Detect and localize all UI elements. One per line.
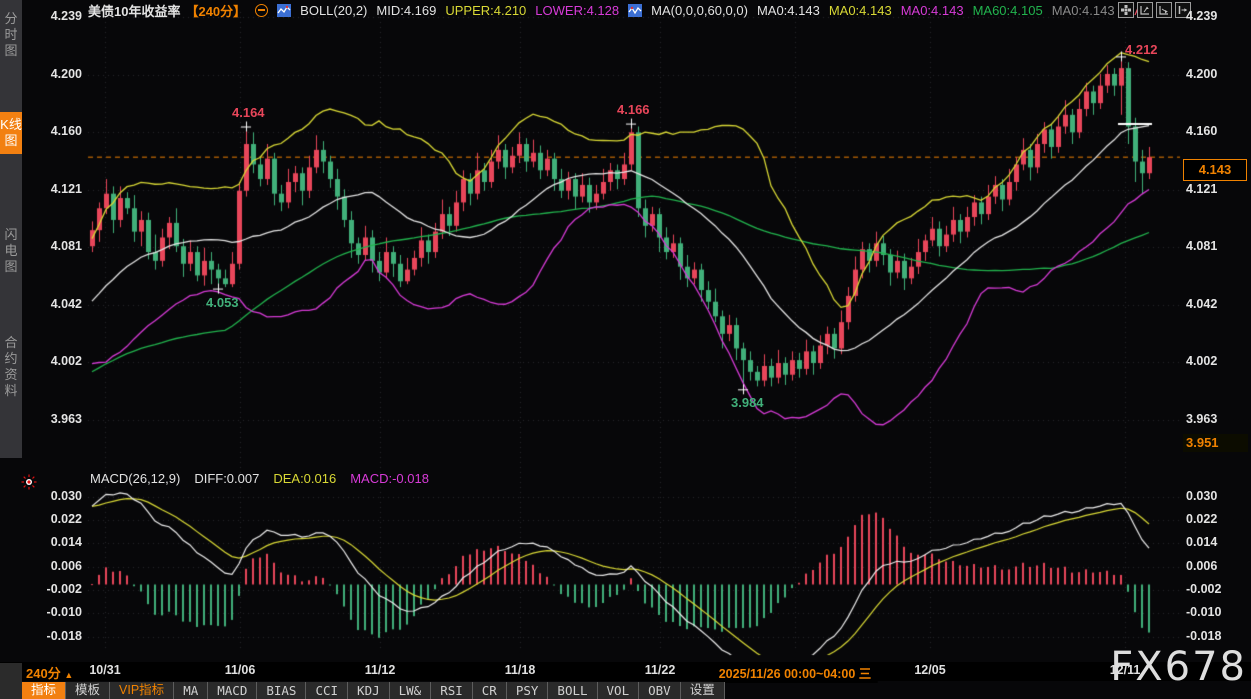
- sidebar-tab-1[interactable]: 分时图: [0, 6, 22, 64]
- axis-tick-label: 4.200: [1186, 67, 1234, 81]
- kline-app: 分时图 K线图闪电图合约资料 美债10年收益率 【240分】 BOLL(20,2)…: [0, 0, 1251, 699]
- pan-crosshair-icon[interactable]: [1118, 2, 1134, 18]
- macd-diff-value: DIFF:0.007: [194, 471, 259, 486]
- axis-tick-label: 0.030: [34, 489, 82, 503]
- toolbar-item-BIAS[interactable]: BIAS: [257, 682, 306, 699]
- toolbar-item-xx[interactable]: 指标: [22, 682, 66, 699]
- date-label: 11/12: [365, 663, 396, 677]
- axis-tick-label: 4.042: [1186, 297, 1234, 311]
- toolbar-item-VOL[interactable]: VOL: [598, 682, 640, 699]
- boll-mid-value: MID:4.169: [376, 3, 436, 18]
- chart-tool-icons: [1118, 2, 1191, 18]
- toolbar-item-CR[interactable]: CR: [473, 682, 507, 699]
- axis-tick-label: 3.963: [1186, 412, 1234, 426]
- toolbar-item-MACD[interactable]: MACD: [208, 682, 257, 699]
- indicator-toolbar: 指标模板VIP指标MAMACDBIASCCIKDJLW&RSICRPSYBOLL…: [22, 682, 725, 699]
- ma-params-label: MA(0,0,0,60,0,0): [651, 3, 748, 18]
- axis-tick-label: 4.081: [1186, 239, 1234, 253]
- extreme-price-label: 4.164: [232, 105, 265, 120]
- axis-tick-label: 0.030: [1186, 489, 1234, 503]
- ma0-yellow-value: MA0:4.143: [829, 3, 892, 18]
- axis-tick-label: 4.042: [34, 297, 82, 311]
- axis-tick-label: 4.160: [1186, 124, 1234, 138]
- ma60-green-value: MA60:4.105: [973, 3, 1043, 18]
- range-low-tag: 3.951: [1183, 434, 1248, 452]
- last-price-tag: 4.143: [1183, 159, 1247, 181]
- toolbar-item-PSY[interactable]: PSY: [507, 682, 549, 699]
- bottom-corner-cell: [0, 663, 22, 699]
- axis-tick-label: 0.006: [1186, 559, 1234, 573]
- axis-tick-label: 4.239: [1186, 9, 1234, 23]
- extreme-price-label: 4.166: [617, 102, 650, 117]
- axis-tick-label: -0.002: [1186, 582, 1234, 596]
- toolbar-item-BOLL[interactable]: BOLL: [548, 682, 597, 699]
- indicator-header: 美债10年收益率 【240分】 BOLL(20,2) MID:4.169 UPP…: [88, 2, 1143, 19]
- date-label: 11/22: [645, 663, 676, 677]
- axis-tick-label: 4.002: [1186, 354, 1234, 368]
- ma0-white-value: MA0:4.143: [757, 3, 820, 18]
- mini-chart-icon[interactable]: [277, 4, 291, 17]
- boll-label: BOLL(20,2): [300, 3, 367, 18]
- zoom-axis-up-icon[interactable]: [1137, 2, 1153, 18]
- sidebar-tab-2[interactable]: K线图: [0, 112, 22, 154]
- axis-tick-label: -0.018: [1186, 629, 1234, 643]
- mini-chart-icon[interactable]: [628, 4, 642, 17]
- period-label: 【240分】: [185, 1, 246, 20]
- macd-title: MACD(26,12,9): [90, 471, 180, 486]
- boll-lower-value: LOWER:4.128: [535, 3, 619, 18]
- live-blink-icon: [21, 474, 37, 490]
- boll-upper-value: UPPER:4.210: [445, 3, 526, 18]
- extreme-price-label: 3.984: [731, 395, 764, 410]
- toolbar-item-RSI[interactable]: RSI: [431, 682, 473, 699]
- toolbar-item-MA[interactable]: MA: [174, 682, 208, 699]
- toolbar-item-KDJ[interactable]: KDJ: [348, 682, 390, 699]
- axis-tick-label: 4.081: [34, 239, 82, 253]
- brand-watermark: FX678: [1110, 644, 1247, 690]
- axis-tick-label: 3.963: [34, 412, 82, 426]
- toolbar-item-VIPxx[interactable]: VIP指标: [110, 682, 174, 699]
- date-label: 10/31: [89, 663, 120, 677]
- sidebar-tab-3[interactable]: 闪电图: [0, 222, 22, 280]
- time-axis: 240分 ▲ 2025/11/26 00:00~04:00 三 10/31 11/…: [0, 662, 1251, 681]
- axis-tick-label: 4.200: [34, 67, 82, 81]
- date-label: 12/05: [914, 663, 945, 677]
- macd-dea-value: DEA:0.016: [273, 471, 336, 486]
- toolbar-item-OBV[interactable]: OBV: [639, 682, 681, 699]
- axis-tick-label: 0.014: [34, 535, 82, 549]
- date-label: 11/18: [505, 663, 536, 677]
- axis-tick-label: 4.121: [34, 182, 82, 196]
- extreme-price-label: 4.212: [1125, 42, 1158, 57]
- axis-tick-label: 4.121: [1186, 182, 1234, 196]
- ma0-magenta-value: MA0:4.143: [901, 3, 964, 18]
- axis-tick-label: -0.018: [34, 629, 82, 643]
- toolbar-item-xx[interactable]: 模板: [66, 682, 110, 699]
- zoom-axis-right-icon[interactable]: [1156, 2, 1172, 18]
- axis-tick-label: 0.022: [1186, 512, 1234, 526]
- collapse-indicator-icon[interactable]: [255, 4, 268, 17]
- axis-tick-label: 0.014: [1186, 535, 1234, 549]
- timeframe-arrow-icon: ▲: [64, 670, 73, 680]
- axis-tick-label: -0.010: [1186, 605, 1234, 619]
- macd-header: MACD(26,12,9) DIFF:0.007 DEA:0.016 MACD:…: [90, 471, 429, 486]
- axis-tick-label: 4.160: [34, 124, 82, 138]
- macd-hist-value: MACD:-0.018: [350, 471, 429, 486]
- axis-tick-label: 4.239: [34, 9, 82, 23]
- axis-tick-label: 0.022: [34, 512, 82, 526]
- toolbar-item-CCI[interactable]: CCI: [306, 682, 348, 699]
- date-label: 11/06: [225, 663, 256, 677]
- toolbar-item-LWx[interactable]: LW&: [390, 682, 432, 699]
- sidebar-tab-4[interactable]: 合约资料: [0, 330, 22, 404]
- symbol-title: 美债10年收益率: [88, 1, 180, 20]
- axis-tick-label: 4.002: [34, 354, 82, 368]
- axis-tick-label: 0.006: [34, 559, 82, 573]
- timeframe-label[interactable]: 240分 ▲: [26, 663, 73, 682]
- axis-tick-label: -0.010: [34, 605, 82, 619]
- ma0-gray-value: MA0:4.143: [1052, 3, 1115, 18]
- chart-type-sidebar: 分时图 K线图闪电图合约资料: [0, 0, 22, 458]
- hovered-bar-time: 2025/11/26 00:00~04:00 三: [713, 662, 878, 683]
- toolbar-item-xx[interactable]: 设置: [681, 682, 725, 699]
- extreme-price-label: 4.053: [206, 295, 239, 310]
- axis-tick-label: -0.002: [34, 582, 82, 596]
